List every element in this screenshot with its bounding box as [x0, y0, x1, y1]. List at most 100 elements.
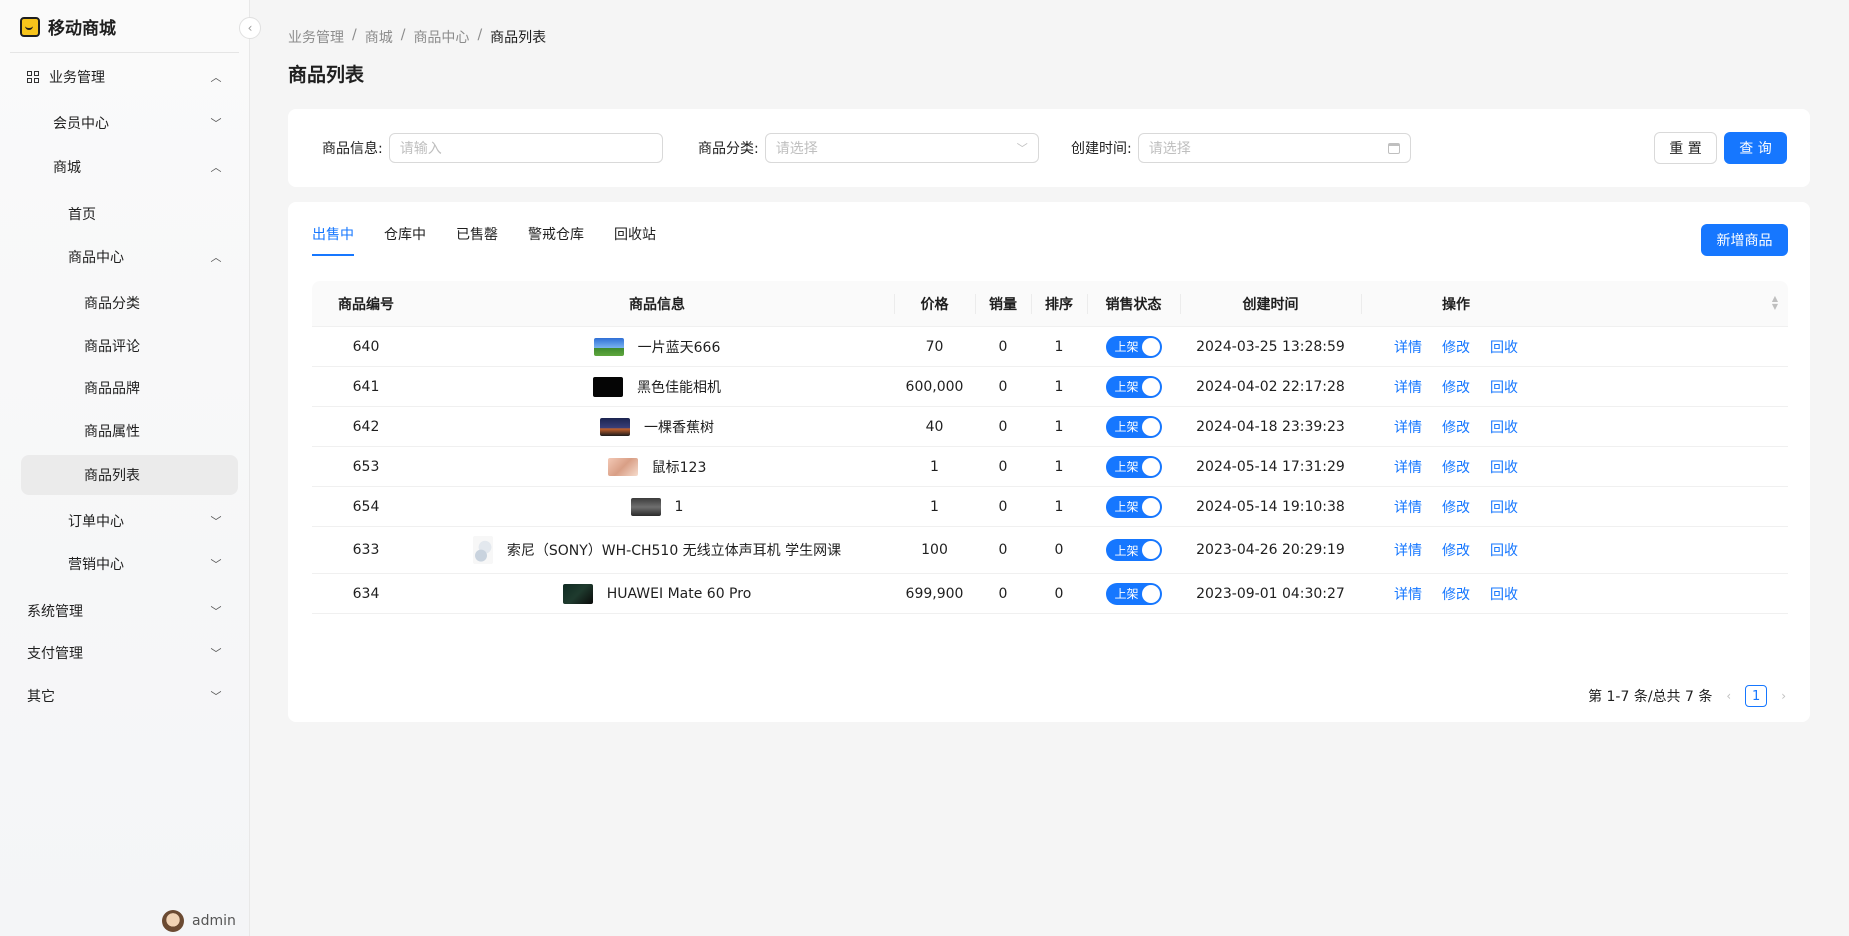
toggle-label: 上架 — [1114, 543, 1139, 558]
search-button[interactable]: 查 询 — [1724, 132, 1787, 164]
product-thumbnail[interactable] — [562, 583, 593, 604]
chevron-down-icon: ﹀ — [210, 647, 222, 660]
recycle-link[interactable]: 回收 — [1490, 497, 1518, 517]
chevron-down-icon: ﹀ — [210, 605, 222, 618]
cell-product: HUAWEI Mate 60 Pro — [420, 574, 894, 613]
sidebar-item-product-category[interactable]: 商品分类 — [21, 283, 238, 323]
cell-actions: 详情 修改 回收 — [1361, 447, 1551, 486]
cell-created: 2024-05-14 17:31:29 — [1196, 458, 1345, 475]
product-thumbnail[interactable] — [630, 497, 661, 516]
tab-in-warehouse[interactable]: 仓库中 — [384, 224, 426, 256]
sidebar-item-product-list[interactable]: 商品列表 — [21, 455, 238, 495]
sale-status-toggle[interactable]: 上架 — [1105, 539, 1162, 561]
recycle-link[interactable]: 回收 — [1490, 377, 1518, 397]
product-info-field: 商品信息: 请输入 — [322, 133, 663, 163]
sort-icon[interactable]: ▲ ▼ — [1772, 295, 1778, 311]
tab-on-sale[interactable]: 出售中 — [312, 224, 354, 256]
recycle-link[interactable]: 回收 — [1490, 584, 1518, 604]
edit-link[interactable]: 修改 — [1442, 497, 1470, 517]
sidebar-item-product-review[interactable]: 商品评论 — [21, 326, 238, 366]
cell-id: 633 — [352, 542, 380, 558]
column-header-created: 创建时间 — [1242, 297, 1299, 313]
cell-id: 653 — [352, 458, 380, 475]
recycle-link[interactable]: 回收 — [1490, 337, 1518, 357]
sale-status-toggle[interactable]: 上架 — [1105, 582, 1162, 605]
sale-status-toggle[interactable]: 上架 — [1105, 375, 1162, 398]
cell-created: 2023-04-26 20:29:19 — [1196, 542, 1345, 558]
breadcrumb-item[interactable]: 商城 — [365, 27, 393, 47]
product-thumbnail[interactable] — [472, 536, 493, 564]
detail-link[interactable]: 详情 — [1394, 457, 1422, 477]
breadcrumb-item[interactable]: 商品中心 — [413, 27, 469, 47]
detail-link[interactable]: 详情 — [1394, 497, 1422, 517]
created-time-picker[interactable]: 请选择 — [1137, 133, 1411, 163]
sidebar-item-member-center[interactable]: 会员中心 ﹀ — [21, 103, 238, 143]
cell-status: 上架 — [1087, 574, 1180, 613]
sidebar-item-product-attribute[interactable]: 商品属性 — [21, 411, 238, 451]
tab-recycle-bin[interactable]: 回收站 — [614, 224, 656, 256]
sale-status-toggle[interactable]: 上架 — [1105, 335, 1162, 358]
edit-link[interactable]: 修改 — [1442, 540, 1470, 560]
edit-link[interactable]: 修改 — [1442, 457, 1470, 477]
tab-alert-warehouse[interactable]: 警戒仓库 — [528, 224, 584, 256]
detail-link[interactable]: 详情 — [1394, 417, 1422, 437]
collapse-sidebar-button[interactable]: ‹ — [239, 17, 261, 39]
cell-id: 640 — [352, 338, 380, 355]
product-thumbnail[interactable] — [593, 337, 624, 356]
cell-sort: 1 — [1054, 458, 1064, 475]
cell-sort: 0 — [1054, 542, 1064, 558]
recycle-link[interactable]: 回收 — [1490, 540, 1518, 560]
category-select[interactable]: 请选择 ﹀ — [764, 133, 1039, 163]
sidebar-item-order-center[interactable]: 订单中心 ﹀ — [21, 501, 238, 541]
sale-status-toggle[interactable]: 上架 — [1105, 415, 1162, 438]
column-header-actions: 操作 — [1442, 297, 1470, 313]
sidebar-item-mall[interactable]: 商城 ︿ — [21, 147, 238, 187]
sale-status-toggle[interactable]: 上架 — [1105, 495, 1162, 518]
cell-sort: 0 — [1054, 585, 1064, 602]
detail-link[interactable]: 详情 — [1394, 584, 1422, 604]
cell-status: 上架 — [1087, 407, 1180, 446]
sidebar-item-payment[interactable]: 支付管理 ﹀ — [21, 633, 238, 673]
sidebar-item-home[interactable]: 首页 — [21, 194, 238, 234]
product-thumbnail[interactable] — [600, 417, 630, 436]
breadcrumb-item[interactable]: 业务管理 — [288, 27, 344, 47]
app-logo[interactable]: 移动商城 — [20, 14, 116, 39]
recycle-link[interactable]: 回收 — [1490, 417, 1518, 437]
cell-created: 2024-03-25 13:28:59 — [1196, 338, 1345, 355]
chevron-up-icon: ︿ — [210, 251, 222, 264]
product-thumbnail[interactable] — [593, 376, 623, 397]
sidebar-item-product-center[interactable]: 商品中心 ︿ — [21, 237, 238, 277]
sidebar-item-marketing-center[interactable]: 营销中心 ﹀ — [21, 544, 238, 584]
detail-link[interactable]: 详情 — [1394, 337, 1422, 357]
cell-sales: 0 — [998, 458, 1008, 475]
reset-button[interactable]: 重 置 — [1654, 132, 1717, 164]
edit-link[interactable]: 修改 — [1442, 584, 1470, 604]
page-number-current[interactable]: 1 — [1745, 685, 1768, 707]
tab-sold-out[interactable]: 已售罄 — [456, 224, 498, 256]
username: admin — [192, 913, 236, 929]
recycle-link[interactable]: 回收 — [1490, 457, 1518, 477]
chevron-down-icon: ﹀ — [210, 515, 222, 528]
sidebar-item-other[interactable]: 其它 ﹀ — [21, 676, 238, 716]
edit-link[interactable]: 修改 — [1442, 377, 1470, 397]
sidebar-item-business[interactable]: 业务管理 ︿ — [21, 57, 238, 97]
sale-status-toggle[interactable]: 上架 — [1105, 455, 1162, 478]
sidebar-item-product-brand[interactable]: 商品品牌 — [21, 368, 238, 408]
product-info-input[interactable]: 请输入 — [388, 133, 663, 163]
add-product-button[interactable]: 新增商品 — [1701, 224, 1788, 256]
breadcrumb-separator: / — [477, 27, 483, 43]
status-tabs: 出售中 仓库中 已售罄 警戒仓库 回收站 — [312, 224, 656, 256]
chevron-left-icon[interactable]: ‹ — [1726, 689, 1731, 703]
cell-actions: 详情 修改 回收 — [1361, 574, 1551, 613]
cell-id: 642 — [352, 418, 380, 435]
calendar-icon — [1387, 142, 1400, 154]
chevron-right-icon[interactable]: › — [1781, 689, 1786, 703]
chevron-down-icon: ﹀ — [210, 690, 222, 703]
edit-link[interactable]: 修改 — [1442, 417, 1470, 437]
detail-link[interactable]: 详情 — [1394, 540, 1422, 560]
sidebar-item-system[interactable]: 系统管理 ﹀ — [21, 591, 238, 631]
user-profile[interactable]: admin — [162, 910, 236, 932]
product-thumbnail[interactable] — [607, 457, 638, 476]
edit-link[interactable]: 修改 — [1442, 337, 1470, 357]
detail-link[interactable]: 详情 — [1394, 377, 1422, 397]
